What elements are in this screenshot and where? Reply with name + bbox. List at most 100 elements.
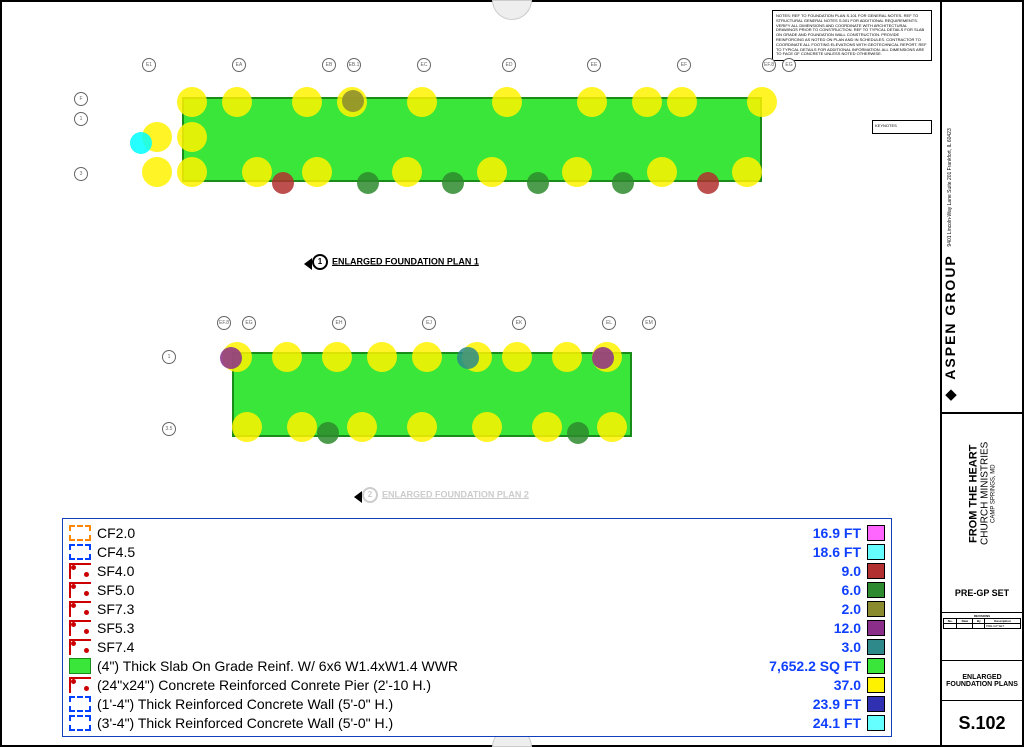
- grid-bubble: EA: [232, 58, 246, 72]
- tb-set-label: PRE-GP SET: [942, 573, 1022, 613]
- legend-label: CF4.5: [97, 544, 813, 560]
- quantity-legend: CF2.016.9 FTCF4.518.6 FT SF4.09.0SF5.06.0…: [62, 518, 892, 737]
- legend-symbol-icon: [69, 525, 91, 541]
- legend-value: 7,652.2 SQ FT: [769, 658, 861, 674]
- grid-bubble: ED: [502, 58, 516, 72]
- footing-sf4: [697, 172, 719, 194]
- legend-value: 6.0: [842, 582, 861, 598]
- footing-sf5: [527, 172, 549, 194]
- pier-marker: [552, 342, 582, 372]
- grid-bubble: 1: [74, 112, 88, 126]
- legend-row: (3'-4") Thick Reinforced Concrete Wall (…: [69, 713, 885, 732]
- legend-swatch: [867, 544, 885, 560]
- pier-marker: [302, 157, 332, 187]
- legend-symbol-icon: [69, 582, 91, 598]
- legend-label: SF4.0: [97, 563, 842, 579]
- legend-value: 2.0: [842, 601, 861, 617]
- pier-marker: [502, 342, 532, 372]
- grid-bubble: EE: [587, 58, 601, 72]
- general-notes: NOTES: REF TO FOUNDATION PLAN S.101 FOR …: [772, 10, 932, 61]
- legend-label: (24"x24") Concrete Reinforced Conrete Pi…: [97, 677, 834, 693]
- pier-marker: [177, 157, 207, 187]
- grid-bubble: EG: [242, 316, 256, 330]
- pier-marker: [222, 87, 252, 117]
- legend-row: SF7.32.0: [69, 599, 885, 618]
- grid-bubble: 1: [162, 350, 176, 364]
- grid-bubble: F: [74, 92, 88, 106]
- legend-label: SF5.0: [97, 582, 842, 598]
- legend-symbol-icon: [69, 677, 91, 693]
- legend-value: 23.9 FT: [813, 696, 861, 712]
- legend-value: 9.0: [842, 563, 861, 579]
- pier-marker: [292, 87, 322, 117]
- legend-swatch: [867, 563, 885, 579]
- pier-marker: [177, 87, 207, 117]
- footing-sf5: [567, 422, 589, 444]
- grid-bubble: EB.1: [347, 58, 361, 72]
- pier-marker: [367, 342, 397, 372]
- legend-row: CF4.518.6 FT: [69, 542, 885, 561]
- tb-client: FROM THE HEART CHURCH MINISTRIES CAMP SP…: [942, 413, 1022, 573]
- tb-revisions: REVISIONS No.DateByDescription PRE-GP SE…: [942, 613, 1022, 661]
- pier-marker: [577, 87, 607, 117]
- legend-swatch: [867, 525, 885, 541]
- pier-marker: [492, 87, 522, 117]
- pier-marker: [242, 157, 272, 187]
- pier-marker: [272, 342, 302, 372]
- pier-marker: [322, 342, 352, 372]
- footing-sf53: [592, 347, 614, 369]
- legend-value: 16.9 FT: [813, 525, 861, 541]
- drawing-area[interactable]: NOTES: REF TO FOUNDATION PLAN S.101 FOR …: [2, 2, 942, 745]
- pier-marker: [597, 412, 627, 442]
- legend-symbol-icon: [69, 601, 91, 617]
- legend-swatch: [867, 639, 885, 655]
- legend-row: (24"x24") Concrete Reinforced Conrete Pi…: [69, 675, 885, 694]
- firm-name: ◆ ASPEN GROUP: [942, 255, 958, 404]
- footing-sf74: [457, 347, 479, 369]
- grid-bubble: EK: [512, 316, 526, 330]
- pier-marker: [347, 412, 377, 442]
- footing-sf5: [442, 172, 464, 194]
- grid-bubble: E1: [142, 58, 156, 72]
- legend-value: 18.6 FT: [813, 544, 861, 560]
- pier-marker: [562, 157, 592, 187]
- legend-label: SF7.3: [97, 601, 842, 617]
- legend-symbol-icon: [69, 715, 91, 731]
- footing-sf5: [357, 172, 379, 194]
- tb-sheet-title: ENLARGED FOUNDATION PLANS: [942, 661, 1022, 701]
- wall-marker: [130, 132, 152, 154]
- grid-bubble: EJ: [422, 316, 436, 330]
- pier-marker: [477, 157, 507, 187]
- legend-symbol-icon: [69, 658, 91, 674]
- pier-marker: [287, 412, 317, 442]
- legend-value: 24.1 FT: [813, 715, 861, 731]
- legend-row: (1'-4") Thick Reinforced Concrete Wall (…: [69, 694, 885, 713]
- pier-marker: [232, 412, 262, 442]
- pier-marker: [142, 157, 172, 187]
- pier-marker: [177, 122, 207, 152]
- grid-bubble: EM: [642, 316, 656, 330]
- pier-marker: [407, 87, 437, 117]
- pier-marker: [532, 412, 562, 442]
- pier-marker: [632, 87, 662, 117]
- foundation-plan-2: EF.8 EG EH EJ EK EL EM 1 3.5: [172, 322, 672, 482]
- legend-symbol-icon: [69, 563, 91, 579]
- pier-marker: [392, 157, 422, 187]
- legend-symbol-icon: [69, 639, 91, 655]
- drawing-sheet: NOTES: REF TO FOUNDATION PLAN S.101 FOR …: [0, 0, 1024, 747]
- legend-value: 3.0: [842, 639, 861, 655]
- legend-swatch: [867, 715, 885, 731]
- legend-label: CF2.0: [97, 525, 813, 541]
- footing-sf53: [220, 347, 242, 369]
- grid-bubble: EF.8: [217, 316, 231, 330]
- tb-firm: ◆ ASPEN GROUP 9401 Lincoln-Way Lane Suit…: [942, 2, 1022, 413]
- legend-value: 37.0: [834, 677, 861, 693]
- grid-bubble: 3.5: [162, 422, 176, 436]
- footing-sf73: [342, 90, 364, 112]
- grid-bubble: EF: [677, 58, 691, 72]
- legend-label: (3'-4") Thick Reinforced Concrete Wall (…: [97, 715, 813, 731]
- legend-symbol-icon: [69, 544, 91, 560]
- legend-row: (4") Thick Slab On Grade Reinf. W/ 6x6 W…: [69, 656, 885, 675]
- plan-1-title: 1ENLARGED FOUNDATION PLAN 1: [312, 254, 479, 270]
- legend-label: SF5.3: [97, 620, 834, 636]
